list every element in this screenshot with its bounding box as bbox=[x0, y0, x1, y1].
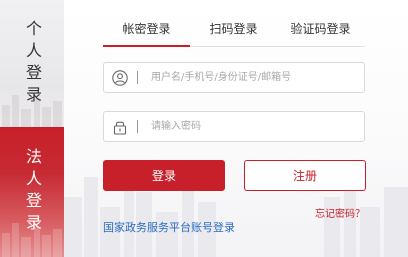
legal-login-label: 法人登录 bbox=[23, 148, 42, 236]
personal-login-label: 个人登录 bbox=[23, 19, 42, 108]
register-button[interactable]: 注册 bbox=[244, 160, 366, 191]
gov-platform-login-link[interactable]: 国家政务服务平台账号登录 bbox=[103, 219, 235, 235]
tab-password-login[interactable]: 帐密登录 bbox=[103, 17, 190, 47]
login-type-sidebar: 个人登录 法人登录 bbox=[0, 0, 64, 257]
tab-personal-login[interactable]: 个人登录 bbox=[0, 0, 64, 127]
login-method-tabs: 帐密登录 扫码登录 验证码登录 bbox=[103, 17, 365, 47]
lock-icon bbox=[104, 112, 136, 141]
login-button[interactable]: 登录 bbox=[103, 160, 225, 191]
password-input[interactable] bbox=[138, 113, 351, 140]
forgot-password-link[interactable]: 忘记密码？ bbox=[315, 205, 365, 220]
username-input[interactable] bbox=[138, 64, 351, 91]
tab-qrcode-login[interactable]: 扫码登录 bbox=[190, 17, 277, 46]
login-panel: 个人登录 法人登录 帐密登录 扫码登录 验证码登录 用户名/手机号/身份证号/邮… bbox=[0, 0, 408, 257]
password-field[interactable] bbox=[103, 111, 365, 142]
user-icon bbox=[104, 63, 136, 92]
tab-legal-login[interactable]: 法人登录 bbox=[0, 127, 64, 257]
tab-sms-code-login[interactable]: 验证码登录 bbox=[277, 17, 364, 46]
username-field[interactable] bbox=[103, 62, 365, 93]
